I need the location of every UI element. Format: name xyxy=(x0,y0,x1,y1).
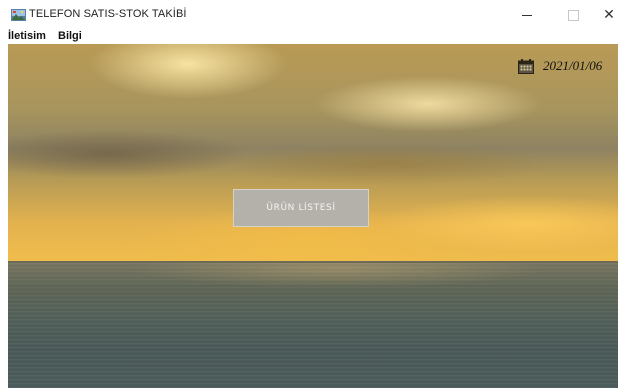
close-button[interactable]: ✕ xyxy=(586,0,619,30)
date-display: 2021/01/06 xyxy=(518,57,602,75)
minimize-icon xyxy=(522,14,532,16)
close-icon: ✕ xyxy=(603,7,615,23)
product-list-button[interactable]: ÜRÜN LİSTESİ xyxy=(233,189,369,227)
app-window: TELEFON SATIS-STOK TAKİBİ ✕ İletisim Bil… xyxy=(0,0,619,388)
title-bar[interactable]: TELEFON SATIS-STOK TAKİBİ ✕ xyxy=(0,0,619,30)
current-date: 2021/01/06 xyxy=(543,58,603,73)
main-panel: 2021/01/06 ÜRÜN LİSTESİ xyxy=(8,44,618,388)
window-title: TELEFON SATIS-STOK TAKİBİ xyxy=(29,8,187,20)
menu-bilgi[interactable]: Bilgi xyxy=(58,30,82,42)
background-sea-image xyxy=(8,263,618,388)
menu-iletisim[interactable]: İletisim xyxy=(8,30,46,42)
minimize-button[interactable] xyxy=(504,0,550,30)
calendar-icon xyxy=(518,58,534,74)
background-sky-image xyxy=(8,44,618,262)
java-app-icon xyxy=(11,9,26,21)
menu-bar: İletisim Bilgi xyxy=(0,30,619,44)
maximize-icon xyxy=(567,9,579,21)
